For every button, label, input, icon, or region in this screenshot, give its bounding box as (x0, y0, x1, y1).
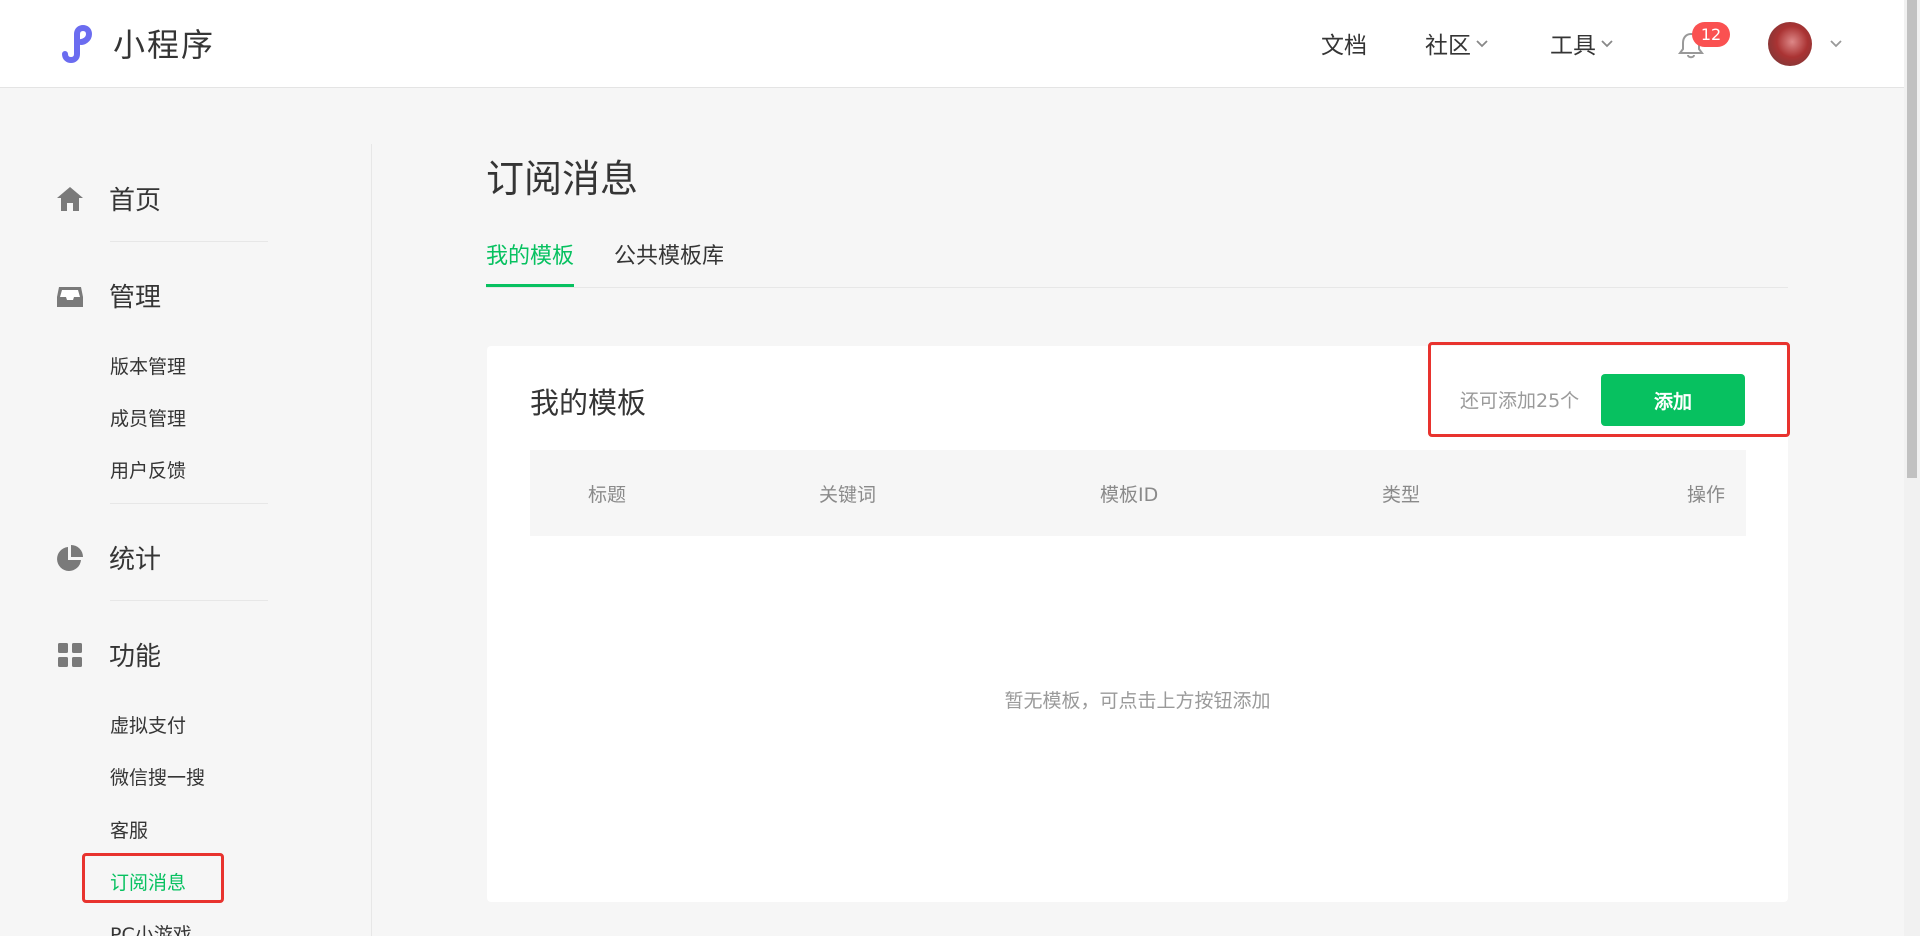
nav-community[interactable]: 社区 (1425, 26, 1489, 60)
notification-badge: 12 (1692, 22, 1730, 47)
sidebar-item-version-manage[interactable]: 版本管理 (110, 352, 186, 379)
logo[interactable]: 小程序 (55, 20, 215, 66)
column-header-title[interactable]: 标题 (588, 480, 626, 507)
nav-tools-label: 工具 (1550, 33, 1596, 59)
sidebar-item-label: 首页 (109, 186, 162, 216)
column-header-template-id[interactable]: 模板ID (1100, 480, 1158, 507)
sidebar-item-wechat-search[interactable]: 微信搜一搜 (110, 763, 205, 790)
chevron-down-icon (1601, 40, 1613, 48)
sidebar-item-label: 管理 (109, 283, 162, 313)
logo-text: 小程序 (113, 26, 216, 64)
template-card: 我的模板 还可添加25个 添加 标题 关键词 模板ID 类型 操作 暂无模板，可… (487, 346, 1788, 902)
sidebar-divider (110, 241, 268, 242)
tab-my-templates[interactable]: 我的模板 (486, 238, 575, 287)
sidebar-divider (110, 503, 268, 504)
nav-docs[interactable]: 文档 (1321, 26, 1367, 60)
sidebar-item-home[interactable]: 首页 (55, 180, 161, 217)
column-header-type[interactable]: 类型 (1382, 480, 1420, 507)
sidebar-item-member-manage[interactable]: 成员管理 (110, 404, 186, 431)
nav-community-label: 社区 (1425, 33, 1471, 59)
page-title: 订阅消息 (486, 157, 639, 201)
nav-docs-label: 文档 (1321, 33, 1367, 59)
home-icon (57, 186, 83, 211)
sidebar-item-label: 功能 (109, 642, 162, 672)
pie-chart-icon (57, 544, 83, 571)
mini-program-logo-icon (62, 25, 93, 63)
sidebar-item-manage[interactable]: 管理 (55, 277, 161, 314)
sidebar: 首页 管理 版本管理 成员管理 用户反馈 统计 功能 虚拟支付 微信搜一搜 客服… (0, 88, 372, 936)
sidebar-border (371, 144, 372, 936)
add-button[interactable]: 添加 (1601, 374, 1745, 426)
empty-state-text: 暂无模板，可点击上方按钮添加 (1004, 690, 1271, 712)
sidebar-item-virtual-payment[interactable]: 虚拟支付 (110, 711, 186, 738)
chevron-down-icon (1476, 40, 1488, 48)
nav-tools[interactable]: 工具 (1550, 26, 1614, 60)
tab-bar: 我的模板 公共模板库 (486, 238, 1788, 288)
remaining-count-text: 还可添加25个 (1460, 390, 1580, 412)
tab-public-template-library[interactable]: 公共模板库 (614, 238, 724, 284)
avatar[interactable] (1768, 22, 1812, 66)
sidebar-item-features[interactable]: 功能 (55, 636, 161, 673)
sidebar-item-pc-minigame[interactable]: PC小游戏 (110, 920, 192, 936)
column-header-actions[interactable]: 操作 (1687, 480, 1725, 507)
sidebar-item-subscribe-message[interactable]: 订阅消息 (110, 868, 186, 895)
table-header: 标题 关键词 模板ID 类型 操作 (530, 450, 1746, 536)
sidebar-item-user-feedback[interactable]: 用户反馈 (110, 456, 186, 483)
top-bar: 小程序 文档 社区 工具 12 (0, 0, 1904, 88)
sidebar-item-statistics[interactable]: 统计 (55, 539, 161, 576)
column-header-keywords[interactable]: 关键词 (819, 480, 876, 507)
sidebar-divider (110, 600, 268, 601)
chevron-down-icon[interactable] (1828, 36, 1844, 52)
sidebar-item-customer-service[interactable]: 客服 (110, 816, 148, 843)
card-title: 我的模板 (530, 386, 647, 420)
inbox-icon (57, 286, 83, 307)
page-scrollbar[interactable] (1904, 0, 1920, 936)
grid-icon (58, 642, 82, 667)
sidebar-item-label: 统计 (109, 545, 162, 575)
scrollbar-thumb[interactable] (1907, 0, 1917, 478)
